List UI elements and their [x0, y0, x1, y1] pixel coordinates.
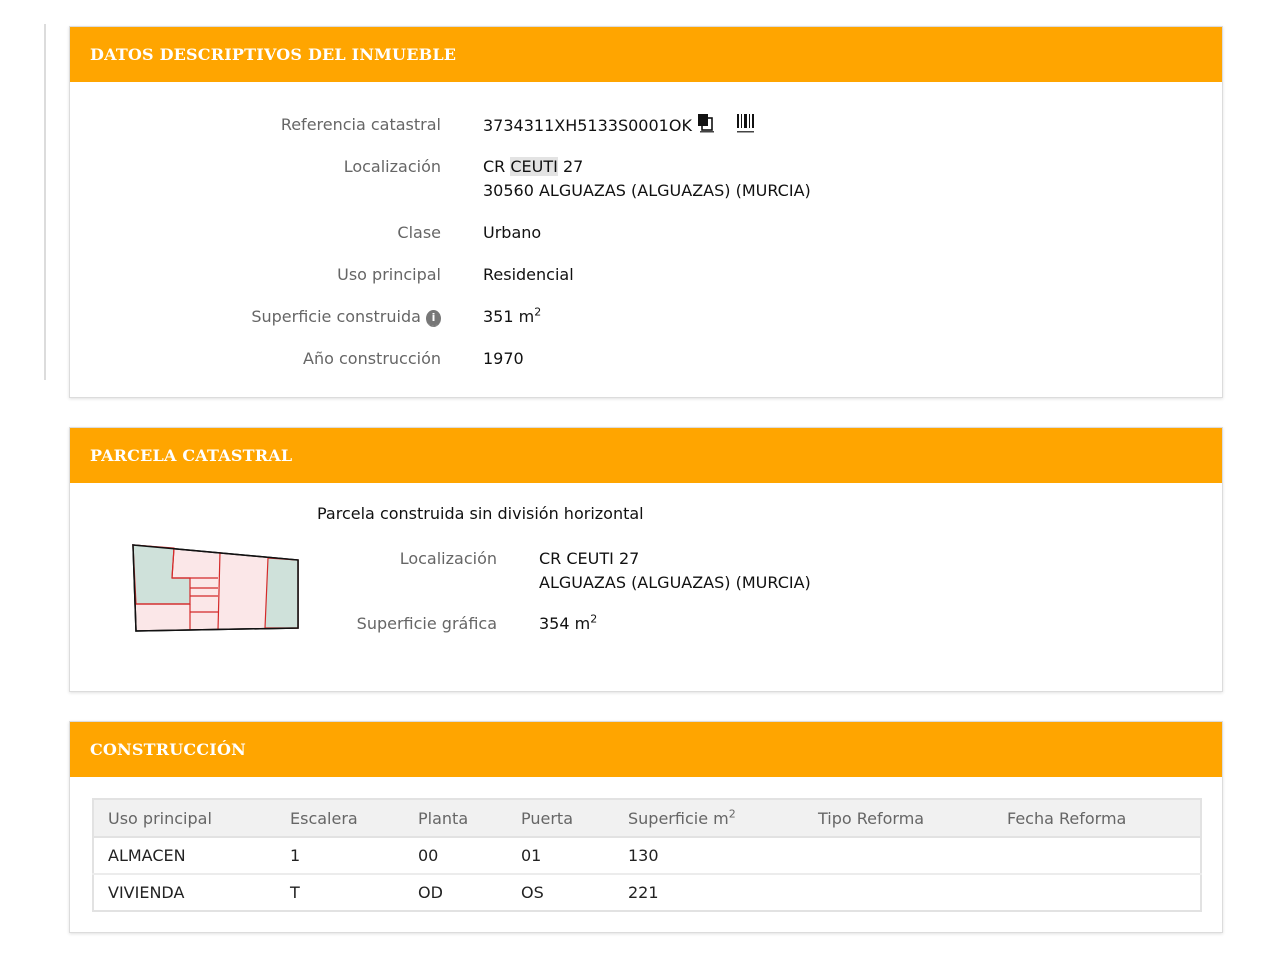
col-header-superficie-exponent: 2 [728, 807, 736, 821]
sup-label-group: Superficie construida i [70, 305, 441, 329]
loc-label: Localización [343, 157, 441, 176]
parcel-sup-exponent: 2 [590, 612, 598, 626]
ref-value-group: 3734311XH5133S0001OK [483, 113, 756, 140]
sup-unit-exponent: 2 [534, 305, 542, 319]
table-row: ALMACEN 1 00 01 130 [93, 836, 1201, 874]
cell-fecha-reforma [993, 836, 1201, 874]
barcode-icon[interactable] [736, 113, 756, 140]
cell-puerta: 01 [507, 836, 614, 874]
col-header-escalera: Escalera [276, 799, 404, 838]
panel-datos-inmueble: DATOS DESCRIPTIVOS DEL INMUEBLE Referenc… [69, 26, 1223, 398]
sup-value: 351 m [483, 307, 535, 326]
col-header-puerta: Puerta [507, 799, 614, 838]
col-header-planta: Planta [404, 799, 507, 838]
cell-tipo-reforma [804, 836, 993, 874]
panel-header: DATOS DESCRIPTIVOS DEL INMUEBLE [70, 27, 1222, 82]
clase-label: Clase [397, 223, 441, 242]
table-row: VIVIENDA T OD OS 221 [93, 873, 1201, 911]
panel-construccion: CONSTRUCCIÓN Uso principal Escalera Plan… [69, 721, 1223, 933]
table-header-row: Uso principal Escalera Planta Puerta Sup… [93, 799, 1201, 838]
loc-street-highlight: CEUTI [510, 157, 558, 176]
cell-superficie: 130 [614, 836, 804, 874]
uso-label: Uso principal [337, 265, 441, 284]
sup-value-group: 351 m2 [483, 305, 541, 329]
loc-street-number: 27 [557, 157, 584, 176]
cell-superficie: 221 [614, 873, 804, 911]
parcel-sup-value-group: 354 m2 [539, 612, 597, 636]
parcel-loc-label: Localización [399, 549, 497, 568]
loc-value: CR CEUTI 27 30560 ALGUAZAS (ALGUAZAS) (M… [483, 155, 811, 203]
panel-parcela-catastral: PARCELA CATASTRAL Parcela construida sin… [69, 427, 1223, 692]
cell-fecha-reforma [993, 873, 1201, 911]
parcel-loc-line2: ALGUAZAS (ALGUAZAS) (MURCIA) [539, 573, 811, 592]
parcel-sup-value: 354 m [539, 614, 591, 633]
parcel-loc-value: CR CEUTI 27 ALGUAZAS (ALGUAZAS) (MURCIA) [539, 547, 811, 595]
anio-value: 1970 [483, 349, 524, 368]
info-icon[interactable]: i [426, 310, 441, 327]
panel-header: CONSTRUCCIÓN [70, 722, 1222, 777]
parcel-title: Parcela construida sin división horizont… [317, 504, 644, 523]
cell-tipo-reforma [804, 873, 993, 911]
clase-value: Urbano [483, 223, 542, 242]
loc-line2: 30560 ALGUAZAS (ALGUAZAS) (MURCIA) [483, 181, 811, 200]
cell-escalera: T [276, 873, 404, 911]
parcel-sup-label: Superficie gráfica [356, 614, 497, 633]
col-header-tipo-reforma: Tipo Reforma [804, 799, 993, 838]
cell-uso: ALMACEN [93, 836, 276, 874]
left-divider [44, 24, 46, 380]
parcel-loc-line1: CR CEUTI 27 [539, 549, 640, 568]
cell-planta: OD [404, 873, 507, 911]
anio-label: Año construcción [303, 349, 441, 368]
cell-escalera: 1 [276, 836, 404, 874]
col-header-uso: Uso principal [93, 799, 276, 838]
uso-value: Residencial [483, 265, 574, 284]
copy-icon[interactable] [697, 113, 715, 140]
panel-header: PARCELA CATASTRAL [70, 428, 1222, 483]
ref-value: 3734311XH5133S0001OK [483, 116, 692, 135]
cell-planta: 00 [404, 836, 507, 874]
ref-label: Referencia catastral [280, 115, 441, 134]
cell-uso: VIVIENDA [93, 873, 276, 911]
sup-label: Superficie construida [251, 307, 421, 326]
col-header-superficie-label: Superficie m [628, 808, 729, 828]
cell-puerta: OS [507, 873, 614, 911]
construction-table: Uso principal Escalera Planta Puerta Sup… [92, 798, 1202, 912]
col-header-fecha-reforma: Fecha Reforma [993, 799, 1201, 838]
col-header-superficie: Superficie m2 [614, 799, 804, 838]
loc-street-type: CR [483, 157, 511, 176]
